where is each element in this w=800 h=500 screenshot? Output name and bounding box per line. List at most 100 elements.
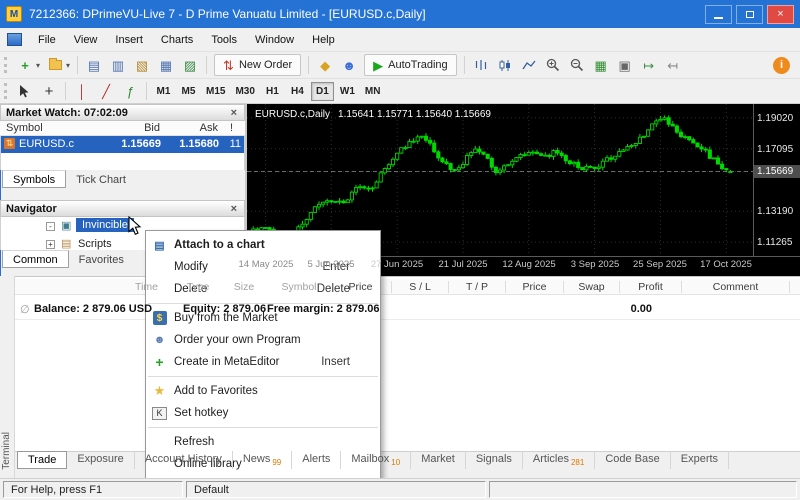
fibonacci-button[interactable]: ƒ bbox=[119, 81, 141, 102]
crosshair-tool-button[interactable]: + bbox=[38, 81, 60, 102]
cursor-icon bbox=[19, 84, 31, 99]
terminal-tab-news[interactable]: News99 bbox=[233, 451, 292, 469]
trendline-button[interactable]: ╱ bbox=[95, 81, 117, 102]
indicators-icon: ▦ bbox=[595, 59, 607, 72]
menu-bar: File View Insert Charts Tools Window Hel… bbox=[0, 28, 800, 52]
toolbar-grip[interactable] bbox=[4, 57, 7, 73]
terminal-tab-trade[interactable]: Trade bbox=[17, 451, 67, 469]
bid-value: 1.15669 bbox=[99, 138, 161, 150]
symbol-name: EURUSD.c bbox=[19, 138, 74, 150]
scripts-folder-icon: ▤ bbox=[61, 237, 71, 250]
toolbar-grip[interactable] bbox=[4, 83, 7, 99]
vertical-line-button[interactable]: │ bbox=[71, 81, 93, 102]
menu-item-label: Modify bbox=[174, 261, 208, 273]
close-button[interactable]: × bbox=[767, 5, 794, 24]
community-button[interactable]: i bbox=[773, 57, 790, 74]
navigator-close-icon[interactable]: × bbox=[229, 203, 239, 215]
tab-symbols[interactable]: Symbols bbox=[2, 170, 66, 188]
terminal-tab-market[interactable]: Market bbox=[411, 451, 466, 469]
navigator-title: Navigator bbox=[6, 203, 57, 215]
timeframe-w1[interactable]: W1 bbox=[336, 82, 359, 101]
terminal-tab-mailbox[interactable]: Mailbox10 bbox=[341, 451, 411, 469]
terminal-icon: ▦ bbox=[160, 59, 172, 72]
navigator-item-scripts[interactable]: Scripts bbox=[78, 238, 112, 250]
menu-view[interactable]: View bbox=[65, 30, 107, 50]
tile-windows-icon: ▣ bbox=[619, 59, 631, 72]
terminal-toggle[interactable]: ▦ bbox=[155, 55, 177, 76]
bar-chart-icon bbox=[474, 59, 488, 72]
autotrading-button[interactable]: ▶ AutoTrading bbox=[364, 54, 457, 76]
zoom-in-button[interactable] bbox=[542, 55, 564, 76]
menu-help[interactable]: Help bbox=[303, 30, 344, 50]
timeframe-h4[interactable]: H4 bbox=[286, 82, 309, 101]
menu-charts[interactable]: Charts bbox=[152, 30, 202, 50]
tab-favorites[interactable]: Favorites bbox=[69, 250, 134, 268]
bar-chart-button[interactable] bbox=[470, 55, 492, 76]
experts-button[interactable]: ☻ bbox=[338, 55, 360, 76]
chart-menu-icon[interactable] bbox=[7, 33, 22, 46]
navigator-item-invincible[interactable]: Invincible bbox=[76, 218, 134, 232]
menu-item-attach-to-chart[interactable]: ▤ Attach to a chart bbox=[146, 234, 380, 256]
market-watch-toggle[interactable]: ▤ bbox=[83, 55, 105, 76]
timeframe-h1[interactable]: H1 bbox=[261, 82, 284, 101]
tree-expander-icon[interactable]: - bbox=[46, 222, 55, 231]
toolbar-separator bbox=[146, 82, 147, 100]
navigator-toggle[interactable]: ▧ bbox=[131, 55, 153, 76]
tab-tick-chart[interactable]: Tick Chart bbox=[66, 170, 136, 188]
toolbar-separator bbox=[464, 56, 465, 74]
terminal-tabs: TradeExposureAccount HistoryNews99Alerts… bbox=[17, 451, 729, 469]
new-chart-dropdown[interactable]: ▾ bbox=[36, 61, 40, 70]
candlestick-chart-button[interactable] bbox=[494, 55, 516, 76]
tree-expander-icon[interactable]: + bbox=[46, 240, 55, 249]
terminal-tab-signals[interactable]: Signals bbox=[466, 451, 523, 469]
timeframe-m15[interactable]: M15 bbox=[202, 82, 229, 101]
terminal-tab-account-history[interactable]: Account History bbox=[135, 451, 233, 469]
new-order-button[interactable]: ⇅ New Order bbox=[214, 54, 301, 76]
zoom-out-button[interactable] bbox=[566, 55, 588, 76]
menu-file[interactable]: File bbox=[29, 30, 65, 50]
terminal-tab-articles[interactable]: Articles281 bbox=[523, 451, 595, 469]
status-bar: For Help, press F1 Default bbox=[0, 478, 800, 500]
chart-shift-button[interactable]: ↤ bbox=[662, 55, 684, 76]
menu-window[interactable]: Window bbox=[246, 30, 303, 50]
market-watch-row-eurusd[interactable]: ⇅ EURUSD.c 1.15669 1.15680 11 bbox=[1, 136, 244, 153]
menu-tools[interactable]: Tools bbox=[202, 30, 246, 50]
profiles-button[interactable] bbox=[44, 55, 66, 76]
line-chart-button[interactable] bbox=[518, 55, 540, 76]
timeframe-mn[interactable]: MN bbox=[361, 82, 385, 101]
market-watch-header: Market Watch: 07:02:09 × bbox=[0, 104, 245, 121]
terminal-column-header: Time bbox=[15, 281, 176, 293]
market-watch-column-header: Symbol Bid Ask ! bbox=[0, 121, 245, 136]
balance-status-icon: ∅ bbox=[20, 303, 30, 316]
minimize-button[interactable] bbox=[705, 5, 732, 24]
terminal-tab-alerts[interactable]: Alerts bbox=[292, 451, 341, 469]
price-tick-label: 1.19020 bbox=[757, 113, 793, 124]
profiles-dropdown[interactable]: ▾ bbox=[66, 61, 70, 70]
market-watch-close-icon[interactable]: × bbox=[229, 107, 239, 119]
app-icon: M bbox=[6, 6, 22, 22]
experts-icon: ☻ bbox=[342, 59, 356, 72]
indicators-button[interactable]: ▦ bbox=[590, 55, 612, 76]
strategy-tester-toggle[interactable]: ▨ bbox=[179, 55, 201, 76]
zoom-in-icon bbox=[546, 58, 560, 72]
tile-windows-button[interactable]: ▣ bbox=[614, 55, 636, 76]
data-window-toggle[interactable]: ▥ bbox=[107, 55, 129, 76]
timeframe-d1[interactable]: D1 bbox=[311, 82, 334, 101]
cursor-tool-button[interactable] bbox=[14, 81, 36, 102]
restore-button[interactable] bbox=[736, 5, 763, 24]
balance-label: Balance: 2 879.06 USD bbox=[34, 303, 152, 315]
terminal-column-header: Price bbox=[506, 281, 564, 293]
column-ask: Ask bbox=[176, 122, 218, 134]
terminal-tab-code-base[interactable]: Code Base bbox=[595, 451, 670, 469]
new-chart-button[interactable]: + bbox=[14, 55, 36, 76]
toolbar-separator bbox=[308, 56, 309, 74]
timeframe-m1[interactable]: M1 bbox=[152, 82, 175, 101]
terminal-tab-exposure[interactable]: Exposure bbox=[67, 451, 134, 469]
timeframe-m30[interactable]: M30 bbox=[231, 82, 258, 101]
metaeditor-button[interactable]: ◆ bbox=[314, 55, 336, 76]
menu-insert[interactable]: Insert bbox=[106, 30, 152, 50]
terminal-tab-experts[interactable]: Experts bbox=[671, 451, 729, 469]
tab-common[interactable]: Common bbox=[2, 250, 69, 268]
timeframe-m5[interactable]: M5 bbox=[177, 82, 200, 101]
auto-scroll-button[interactable]: ↦ bbox=[638, 55, 660, 76]
